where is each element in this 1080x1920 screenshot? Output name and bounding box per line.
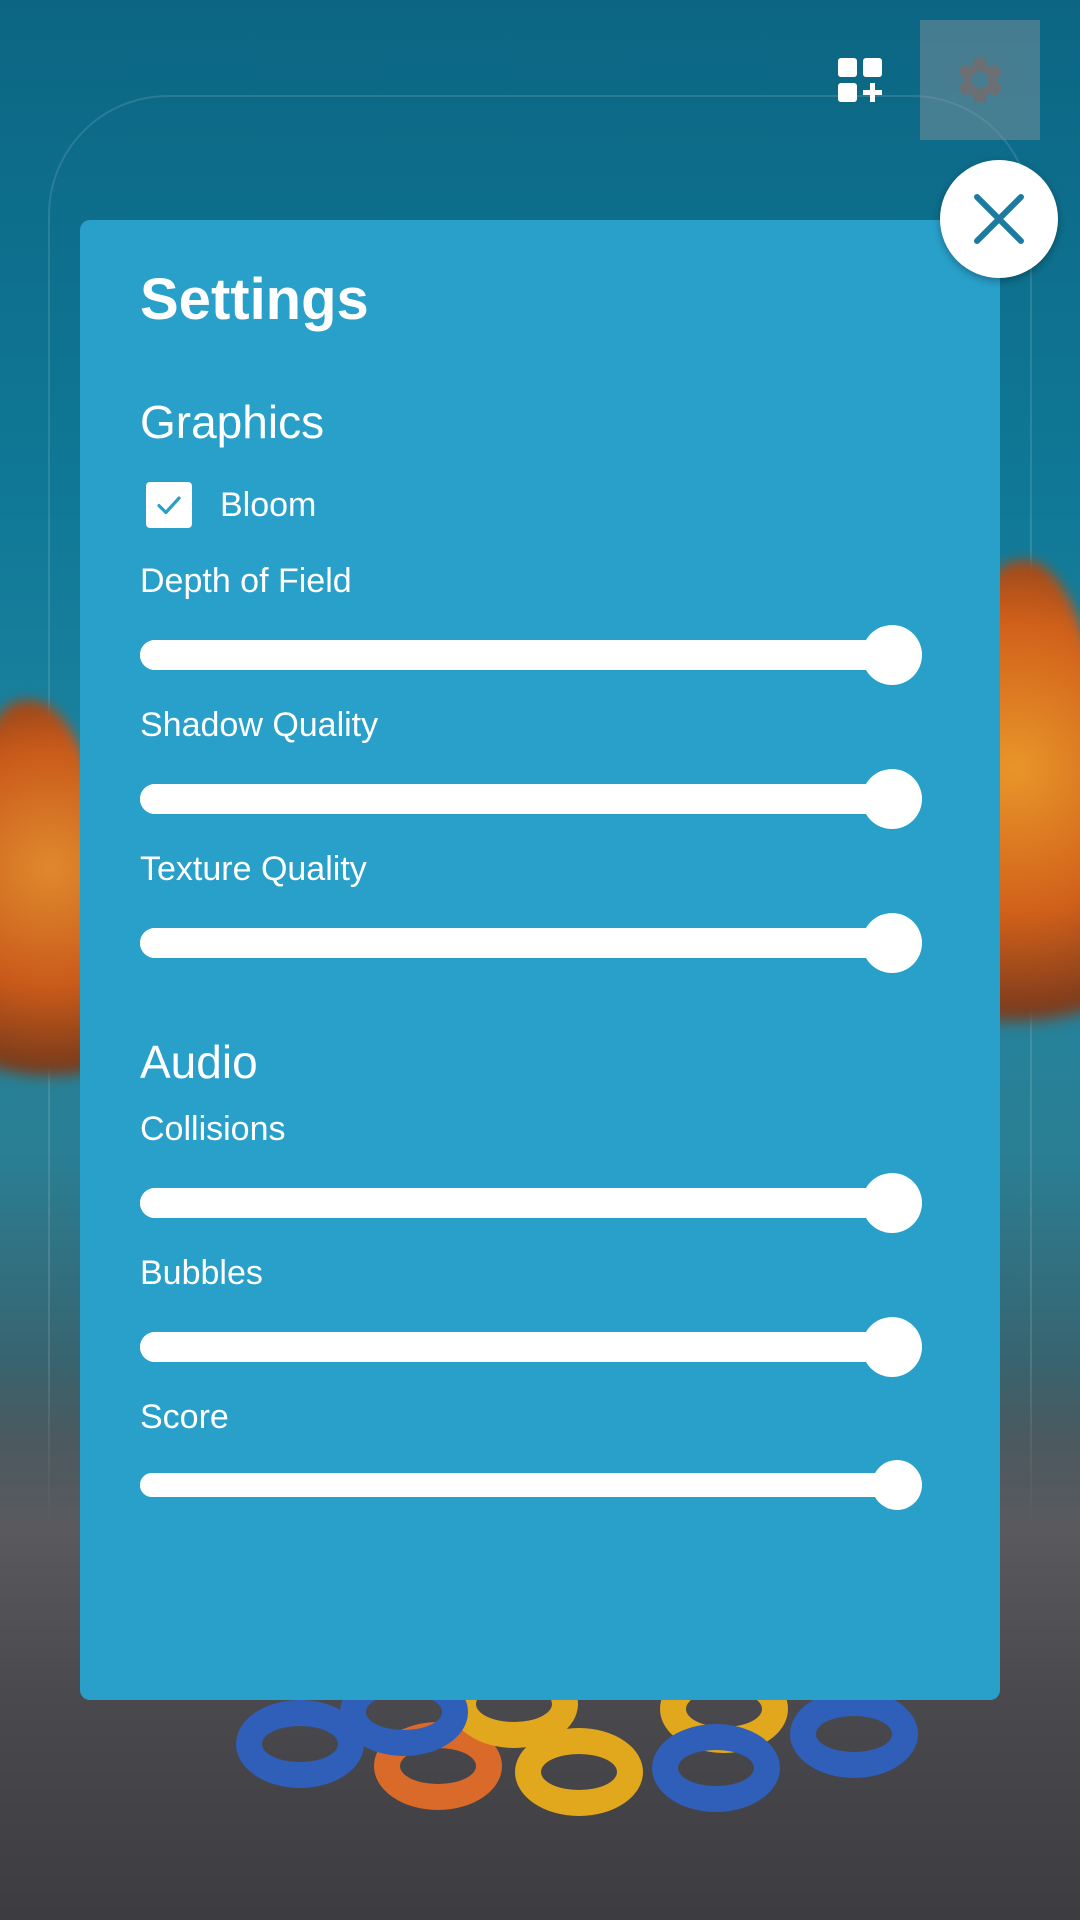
slider-thumb[interactable] [862,769,922,829]
slider-fill [140,640,892,670]
slider-thumb[interactable] [872,1460,922,1510]
bloom-label: Bloom [220,485,317,524]
slider-thumb[interactable] [862,625,922,685]
shadow-quality-slider[interactable] [140,769,922,829]
score-label: Score [140,1398,229,1436]
add-widget-button[interactable] [820,40,900,120]
bloom-toggle[interactable]: Bloom [146,482,316,528]
dashboard-add-icon [838,58,882,102]
game-screen: Settings Graphics Bloom Depth of Field S… [0,0,1080,1920]
slider-fill [140,928,892,958]
slider-fill [140,1332,892,1362]
settings-title: Settings [140,267,369,332]
bubbles-label: Bubbles [140,1254,263,1292]
audio-heading: Audio [140,1036,258,1088]
ring [652,1724,780,1812]
depth-of-field-label: Depth of Field [140,562,352,600]
shadow-quality-label: Shadow Quality [140,706,379,744]
graphics-heading: Graphics [140,396,325,448]
slider-fill [140,1473,897,1497]
gear-icon [958,57,1002,103]
score-slider[interactable] [140,1455,922,1515]
slider-fill [140,784,892,814]
settings-panel: Settings Graphics Bloom Depth of Field S… [80,220,1000,1700]
bubbles-slider[interactable] [140,1317,922,1377]
slider-thumb[interactable] [862,913,922,973]
slider-fill [140,1188,892,1218]
texture-quality-slider[interactable] [140,913,922,973]
close-icon [974,194,1024,244]
ring [515,1728,643,1816]
slider-thumb[interactable] [862,1317,922,1377]
slider-thumb[interactable] [862,1173,922,1233]
settings-button[interactable] [920,20,1040,140]
checkmark-icon [157,496,181,515]
close-settings-button[interactable] [940,160,1058,278]
depth-of-field-slider[interactable] [140,625,922,685]
texture-quality-label: Texture Quality [140,850,367,888]
collisions-slider[interactable] [140,1173,922,1233]
bloom-checkbox[interactable] [146,482,192,528]
ring [790,1690,918,1778]
collisions-label: Collisions [140,1110,286,1148]
